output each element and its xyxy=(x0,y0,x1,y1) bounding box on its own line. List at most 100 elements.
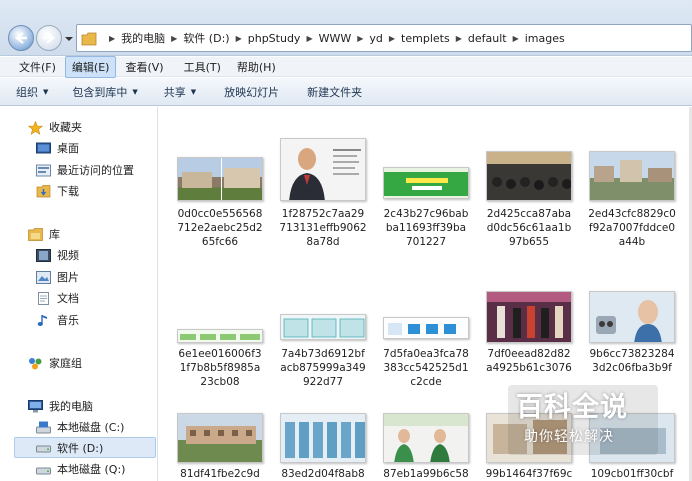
nav-music[interactable]: 音乐 xyxy=(36,312,79,328)
breadcrumb-www[interactable]: WWW ▶ xyxy=(319,32,370,45)
image-thumbnail xyxy=(589,151,675,201)
file-name: 9b6cc73823284 3d2c06fba3b9f xyxy=(589,348,675,374)
file-name: 2d425cca87aba d0dc56c61aa1b 97b655 xyxy=(486,208,572,248)
file-item[interactable]: 0d0cc0e556568 712e2aebc25d2 65fc66 xyxy=(170,107,270,257)
nav-documents[interactable]: 文档 xyxy=(36,290,79,306)
nav-label: 图片 xyxy=(57,271,79,284)
breadcrumb-templets[interactable]: templets ▶ xyxy=(401,32,468,45)
include-label: 包含到库中 xyxy=(72,85,128,99)
file-name: 2c43b27c96bab ba11693ff39ba 701227 xyxy=(383,208,469,248)
nav-label: 库 xyxy=(49,228,60,241)
nav-downloads[interactable]: 下载 xyxy=(36,183,79,199)
recent-pages-dropdown-icon[interactable] xyxy=(64,34,74,44)
forward-button[interactable] xyxy=(36,25,62,51)
watermark-logo: 百科全说 助你轻松解决 xyxy=(508,385,658,455)
nav-homegroup[interactable]: 家庭组 xyxy=(28,355,82,371)
nav-drive-d[interactable]: 软件 (D:) xyxy=(14,437,156,458)
file-item[interactable]: 6e1ee016006f3 1f7b8b5f8985a 23cb08 xyxy=(170,257,270,407)
image-thumbnail xyxy=(280,413,366,463)
file-name: 6e1ee016006f3 1f7b8b5f8985a 23cb08 xyxy=(178,348,262,388)
image-thumbnail xyxy=(383,317,469,339)
breadcrumb-images[interactable]: images xyxy=(525,32,565,45)
nav-label: 文档 xyxy=(57,292,79,305)
navigation-pane: 收藏夹 桌面 最近访问的位置 下载 库 视频 图片 文档 音乐 家庭组 我的电脑 xyxy=(0,107,158,481)
file-item[interactable]: 2ed43cfc8829c0 f92a7007fddce0 a44b xyxy=(582,107,682,257)
breadcrumb-drive-d[interactable]: 软件 (D:) ▶ xyxy=(183,30,247,46)
video-icon xyxy=(36,248,51,262)
desktop-icon xyxy=(36,142,51,155)
image-thumbnail xyxy=(383,167,469,199)
breadcrumb-default[interactable]: default ▶ xyxy=(468,32,525,45)
menu-file[interactable]: 文件(F) xyxy=(12,56,63,78)
image-thumbnail xyxy=(280,138,366,201)
file-item[interactable]: 1f28752c7aa29 713131effb9062 8a78d xyxy=(273,107,373,257)
nav-libraries[interactable]: 库 xyxy=(28,226,60,242)
image-thumbnail xyxy=(589,291,675,343)
breadcrumb-phpstudy[interactable]: phpStudy ▶ xyxy=(248,32,319,45)
nav-label: 本地磁盘 (Q:) xyxy=(57,463,126,476)
menu-help[interactable]: 帮助(H) xyxy=(230,56,283,78)
file-item[interactable]: 2d425cca87aba d0dc56c61aa1b 97b655 xyxy=(479,107,579,257)
menu-edit[interactable]: 编辑(E) xyxy=(64,55,117,78)
file-item[interactable]: 87eb1a99b6c58 xyxy=(376,407,476,481)
nav-label: 视频 xyxy=(57,249,79,262)
nav-pictures[interactable]: 图片 xyxy=(36,269,79,285)
nav-drive-q[interactable]: 本地磁盘 (Q:) xyxy=(36,461,125,477)
watermark-subtitle: 助你轻松解决 xyxy=(524,429,614,445)
menu-view[interactable]: 查看(V) xyxy=(118,56,170,78)
document-icon xyxy=(36,291,51,305)
file-name: 99b1464f37f69c xyxy=(485,468,573,480)
image-thumbnail xyxy=(280,314,366,340)
menu-tools[interactable]: 工具(T) xyxy=(177,56,228,78)
nav-videos[interactable]: 视频 xyxy=(36,247,79,263)
image-thumbnail xyxy=(177,157,263,201)
share-label: 共享 xyxy=(163,85,186,99)
organize-button[interactable]: 组织 ▼ xyxy=(16,84,48,100)
nav-label: 收藏夹 xyxy=(49,121,82,134)
image-thumbnail xyxy=(177,413,263,463)
downloads-folder-icon xyxy=(36,184,51,198)
nav-recent-places[interactable]: 最近访问的位置 xyxy=(36,162,134,178)
back-button[interactable] xyxy=(8,25,34,51)
star-icon xyxy=(27,120,44,135)
chevron-down-icon: ▼ xyxy=(132,87,138,96)
file-item[interactable]: 7a4b73d6912bf acb875999a349 922d77 xyxy=(273,257,373,407)
recent-places-icon xyxy=(36,164,51,177)
include-in-library-button[interactable]: 包含到库中 ▼ xyxy=(72,84,137,100)
file-name: 83ed2d04f8ab8 xyxy=(281,468,365,480)
nav-favorites[interactable]: 收藏夹 xyxy=(27,119,82,135)
menu-bar: 文件(F) 编辑(E) 查看(V) 工具(T) 帮助(H) xyxy=(0,55,692,78)
file-name: 87eb1a99b6c58 xyxy=(383,468,469,480)
drive-icon xyxy=(36,441,51,454)
nav-label: 我的电脑 xyxy=(49,400,93,413)
chevron-down-icon: ▼ xyxy=(43,87,49,96)
new-folder-button[interactable]: 新建文件夹 xyxy=(307,84,362,100)
file-item[interactable]: 81df41fbe2c9d xyxy=(170,407,270,481)
organize-label: 组织 xyxy=(16,85,38,99)
file-item[interactable]: 83ed2d04f8ab8 xyxy=(273,407,373,481)
nav-drive-c[interactable]: 本地磁盘 (C:) xyxy=(36,419,124,435)
file-name: 0d0cc0e556568 712e2aebc25d2 65fc66 xyxy=(177,208,263,248)
image-thumbnail xyxy=(486,291,572,343)
slideshow-button[interactable]: 放映幻灯片 xyxy=(224,84,279,100)
breadcrumb-arrow[interactable]: ▶ xyxy=(103,34,121,43)
nav-computer[interactable]: 我的电脑 xyxy=(28,398,93,414)
computer-icon xyxy=(28,399,43,413)
address-bar[interactable]: ▶ 我的电脑 ▶ 软件 (D:) ▶ phpStudy ▶ WWW ▶ yd ▶ temp… xyxy=(76,24,692,52)
folder-icon xyxy=(81,32,97,45)
nav-label: 软件 (D:) xyxy=(57,441,104,455)
nav-desktop[interactable]: 桌面 xyxy=(36,140,79,156)
nav-label: 本地磁盘 (C:) xyxy=(57,421,125,434)
address-bar-region: ▶ 我的电脑 ▶ 软件 (D:) ▶ phpStudy ▶ WWW ▶ yd ▶ temp… xyxy=(0,0,692,56)
breadcrumb-computer[interactable]: 我的电脑 ▶ xyxy=(121,30,183,46)
image-thumbnail xyxy=(177,329,263,343)
share-button[interactable]: 共享 ▼ xyxy=(164,84,196,100)
back-arrow-icon xyxy=(15,32,27,44)
file-item[interactable]: 2c43b27c96bab ba11693ff39ba 701227 xyxy=(376,107,476,257)
image-thumbnail xyxy=(383,413,469,463)
nav-label: 下载 xyxy=(57,185,79,198)
libraries-icon xyxy=(28,227,43,241)
file-item[interactable]: 7d5fa0ea3fca78 383cc542525d1 c2cde xyxy=(376,257,476,407)
breadcrumb-yd[interactable]: yd ▶ xyxy=(369,32,401,45)
file-name: 1f28752c7aa29 713131effb9062 8a78d xyxy=(279,208,367,248)
